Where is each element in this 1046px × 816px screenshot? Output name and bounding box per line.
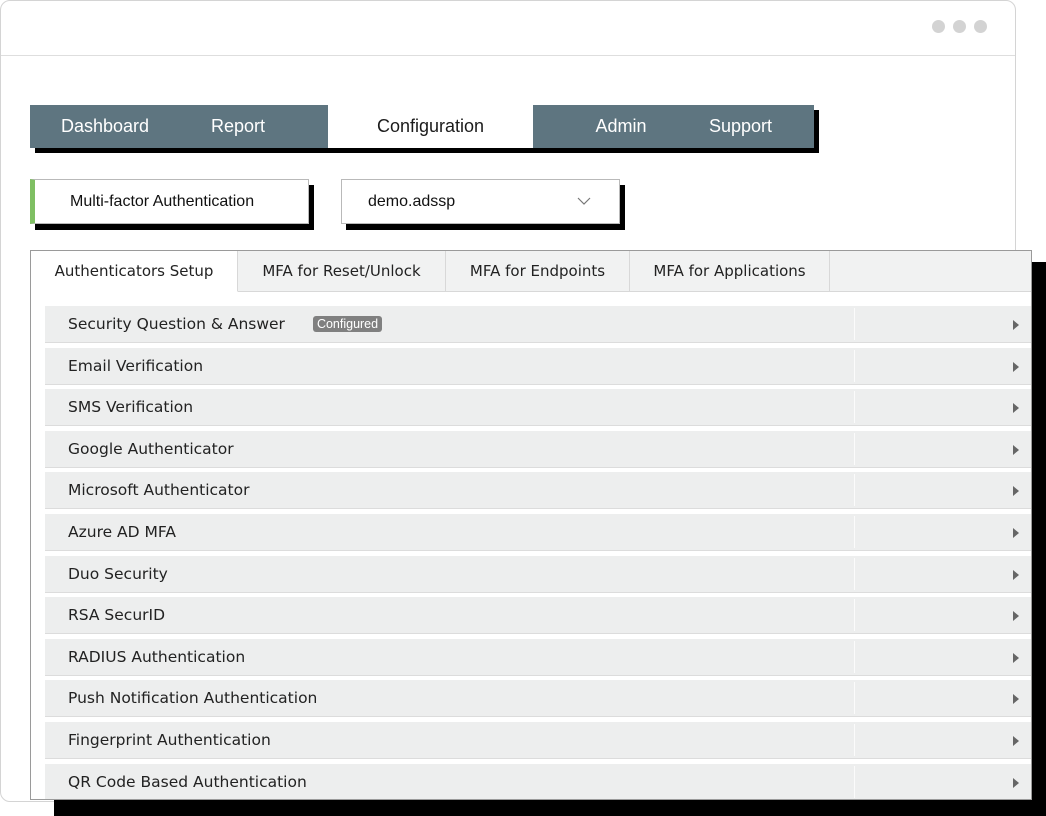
authenticator-row-sms[interactable]: SMS Verification xyxy=(45,389,1031,427)
window-dot-icon[interactable] xyxy=(974,20,987,33)
authenticator-list: Security Question & Answer Configured Em… xyxy=(45,306,1031,799)
nav-configuration[interactable]: Configuration xyxy=(328,105,533,148)
authenticator-row-email[interactable]: Email Verification xyxy=(45,347,1031,385)
row-divider xyxy=(854,474,855,507)
authenticator-row-microsoft[interactable]: Microsoft Authenticator xyxy=(45,472,1031,510)
nav-dashboard[interactable]: Dashboard xyxy=(30,105,180,148)
authenticator-label: RSA SecurID xyxy=(68,606,166,625)
authenticator-row-security-question[interactable]: Security Question & Answer Configured xyxy=(45,306,1031,343)
window-titlebar xyxy=(1,1,1015,56)
authenticator-row-rsa[interactable]: RSA SecurID xyxy=(45,597,1031,635)
expand-arrow-icon[interactable] xyxy=(1013,403,1019,414)
row-divider xyxy=(854,308,855,340)
configured-badge: Configured xyxy=(312,316,383,332)
tab-authenticators-setup[interactable]: Authenticators Setup xyxy=(31,251,238,292)
nav-support[interactable]: Support xyxy=(709,105,814,148)
row-divider xyxy=(854,765,855,798)
expand-arrow-icon[interactable] xyxy=(1013,444,1019,455)
authenticator-label: Fingerprint Authentication xyxy=(68,730,271,749)
domain-select-value: demo.adssp xyxy=(368,192,456,210)
mfa-tabs: Authenticators Setup MFA for Reset/Unloc… xyxy=(31,251,1031,292)
module-select-value: Multi-factor Authentication xyxy=(70,192,255,210)
authenticator-label: RADIUS Authentication xyxy=(68,647,246,666)
nav-report[interactable]: Report xyxy=(180,105,328,148)
module-select[interactable]: Multi-factor Authentication xyxy=(30,179,309,224)
authenticator-label: QR Code Based Authentication xyxy=(68,772,307,791)
expand-arrow-icon[interactable] xyxy=(1013,486,1019,497)
window-dot-icon[interactable] xyxy=(932,20,945,33)
expand-arrow-icon[interactable] xyxy=(1013,735,1019,746)
chevron-down-icon[interactable] xyxy=(577,194,591,208)
row-divider xyxy=(854,723,855,756)
expand-arrow-icon[interactable] xyxy=(1013,611,1019,622)
domain-select[interactable]: demo.adssp xyxy=(341,179,620,224)
tab-mfa-reset-unlock[interactable]: MFA for Reset/Unlock xyxy=(238,251,446,291)
authenticator-label: Push Notification Authentication xyxy=(68,689,318,708)
main-nav: Dashboard Report Configuration Admin Sup… xyxy=(30,105,814,148)
authenticator-row-radius[interactable]: RADIUS Authentication xyxy=(45,638,1031,676)
authenticator-row-fingerprint[interactable]: Fingerprint Authentication xyxy=(45,721,1031,759)
expand-arrow-icon[interactable] xyxy=(1013,777,1019,788)
authenticator-row-qr-code[interactable]: QR Code Based Authentication xyxy=(45,763,1031,799)
row-divider xyxy=(854,640,855,673)
authenticator-label: Azure AD MFA xyxy=(68,522,176,541)
tab-mfa-applications[interactable]: MFA for Applications xyxy=(630,251,830,291)
row-divider xyxy=(854,391,855,424)
row-divider xyxy=(854,557,855,590)
expand-arrow-icon[interactable] xyxy=(1013,694,1019,705)
authenticator-label: Google Authenticator xyxy=(68,439,234,458)
authenticator-row-azure[interactable]: Azure AD MFA xyxy=(45,513,1031,551)
authenticator-label: Email Verification xyxy=(68,356,204,375)
expand-arrow-icon[interactable] xyxy=(1013,527,1019,538)
expand-arrow-icon[interactable] xyxy=(1013,320,1019,330)
authenticator-label: Microsoft Authenticator xyxy=(68,481,250,500)
window-controls xyxy=(932,20,987,33)
mfa-panel: Authenticators Setup MFA for Reset/Unloc… xyxy=(30,250,1032,800)
expand-arrow-icon[interactable] xyxy=(1013,361,1019,372)
row-divider xyxy=(854,515,855,548)
authenticator-label: SMS Verification xyxy=(68,398,194,417)
window-dot-icon[interactable] xyxy=(953,20,966,33)
authenticator-label: Security Question & Answer xyxy=(68,315,285,333)
row-divider xyxy=(854,432,855,465)
authenticator-label: Duo Security xyxy=(68,564,168,583)
authenticator-row-duo[interactable]: Duo Security xyxy=(45,555,1031,593)
expand-arrow-icon[interactable] xyxy=(1013,652,1019,663)
authenticator-row-push[interactable]: Push Notification Authentication xyxy=(45,680,1031,718)
authenticator-row-google[interactable]: Google Authenticator xyxy=(45,430,1031,468)
tab-mfa-endpoints[interactable]: MFA for Endpoints xyxy=(446,251,630,291)
expand-arrow-icon[interactable] xyxy=(1013,569,1019,580)
row-divider xyxy=(854,599,855,632)
row-divider xyxy=(854,682,855,715)
row-divider xyxy=(854,349,855,382)
nav-admin[interactable]: Admin xyxy=(533,105,709,148)
